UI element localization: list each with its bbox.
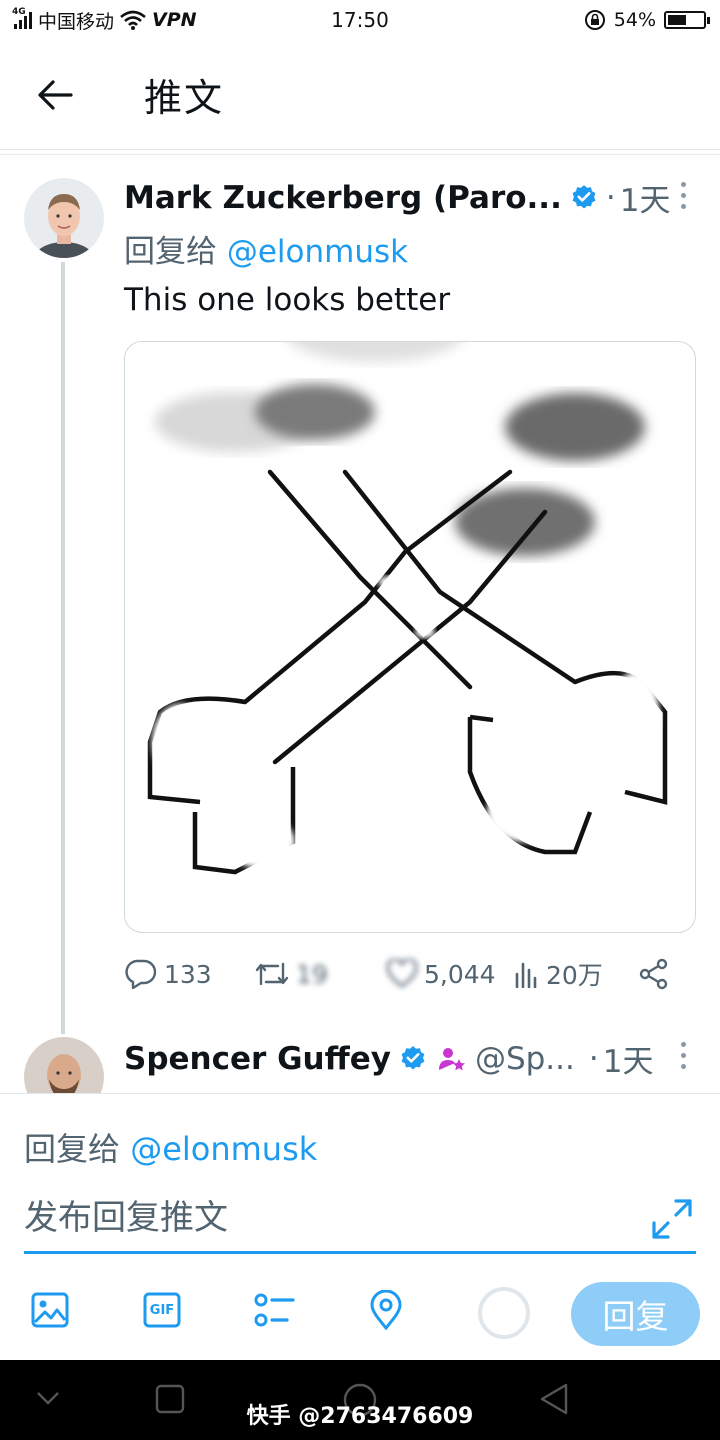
- share-icon: [639, 958, 668, 990]
- retweet-count: 19: [296, 959, 328, 989]
- arrow-left-icon: [38, 79, 73, 110]
- views-action[interactable]: 20万: [514, 952, 603, 996]
- crossed-bones-drawing: [147, 342, 668, 875]
- tweet-media-image[interactable]: [124, 341, 696, 933]
- more-options-icon[interactable]: [681, 182, 686, 209]
- tweet-time-separator: ·: [588, 1040, 599, 1077]
- reply-to-handle[interactable]: @elonmusk: [130, 1130, 317, 1168]
- verified-badge-icon: [572, 184, 596, 208]
- reply-composer: 回复给 @elonmusk GIF 回复: [0, 1093, 720, 1360]
- top-app-bar: 推文: [0, 40, 720, 150]
- reply-icon: [125, 959, 157, 990]
- reply-input[interactable]: [24, 1194, 696, 1254]
- network-type: 4G: [12, 7, 26, 17]
- subscriber-badge-icon: [438, 1047, 465, 1070]
- signal-icon: 4G: [12, 7, 32, 29]
- add-gif-button[interactable]: GIF: [140, 1288, 184, 1332]
- author-name[interactable]: Mark Zuckerberg (Paro...: [124, 180, 562, 216]
- add-poll-button[interactable]: [252, 1288, 296, 1332]
- more-options-icon[interactable]: [681, 1042, 686, 1069]
- share-action[interactable]: [638, 952, 670, 996]
- back-button[interactable]: [0, 40, 110, 150]
- gif-label: GIF: [149, 1302, 175, 1318]
- composer-reply-to: 回复给 @elonmusk: [24, 1124, 317, 1170]
- like-action[interactable]: 5,044: [386, 952, 496, 996]
- poll-icon: [254, 1293, 295, 1327]
- tweet-actions: 133 19 5,044 20万: [124, 952, 684, 996]
- reply-to-line: 回复给 @elonmusk: [124, 226, 408, 271]
- reply-to-prefix: 回复给: [24, 1130, 121, 1168]
- retweet-action[interactable]: 19: [254, 952, 328, 996]
- rotation-lock-icon: [584, 10, 605, 30]
- add-image-button[interactable]: [28, 1288, 72, 1332]
- reply-count: 133: [164, 959, 212, 989]
- author-name[interactable]: Spencer Guffey: [124, 1041, 391, 1077]
- watermark: 快手 @2763476609: [246, 1404, 474, 1429]
- tweet-header: Spencer Guffey @Sp... · 1天: [124, 1036, 653, 1081]
- retweet-icon: [255, 962, 289, 986]
- location-icon: [370, 1290, 402, 1330]
- battery-icon: [664, 11, 710, 29]
- verified-badge-icon: [401, 1045, 425, 1069]
- tweet-time[interactable]: 1天: [603, 1036, 654, 1081]
- page-title: 推文: [144, 76, 225, 120]
- battery-percent: 54%: [613, 9, 656, 31]
- thread-connector: [61, 262, 65, 1034]
- expand-icon[interactable]: [650, 1197, 694, 1241]
- tweet-text: This one looks better: [124, 282, 451, 318]
- tweet-header: Mark Zuckerberg (Paro... · 1天: [124, 175, 670, 220]
- like-count: 5,044: [424, 959, 496, 989]
- tweet-time-separator: ·: [605, 179, 616, 216]
- image-icon: [31, 1292, 69, 1328]
- add-location-button[interactable]: [364, 1288, 408, 1332]
- reply-to-handle[interactable]: @elonmusk: [227, 234, 408, 270]
- character-counter: [478, 1287, 530, 1339]
- carrier-name: 中国移动: [38, 10, 115, 33]
- heart-icon: [386, 959, 418, 988]
- reply-button[interactable]: 回复: [571, 1282, 700, 1346]
- vpn-label: VPN: [152, 9, 197, 31]
- reply-to-prefix: 回复给: [124, 234, 217, 270]
- views-count: 20万: [546, 961, 603, 990]
- wifi-icon: [120, 10, 146, 30]
- tweet-time[interactable]: 1天: [620, 175, 671, 220]
- divider: [0, 154, 720, 155]
- avatar[interactable]: [24, 178, 104, 258]
- author-handle[interactable]: @Sp...: [475, 1041, 575, 1077]
- status-bar: 4G 中国移动 VPN 17:50 54%: [0, 0, 720, 40]
- views-icon: [515, 962, 537, 988]
- reply-action[interactable]: 133: [124, 952, 212, 996]
